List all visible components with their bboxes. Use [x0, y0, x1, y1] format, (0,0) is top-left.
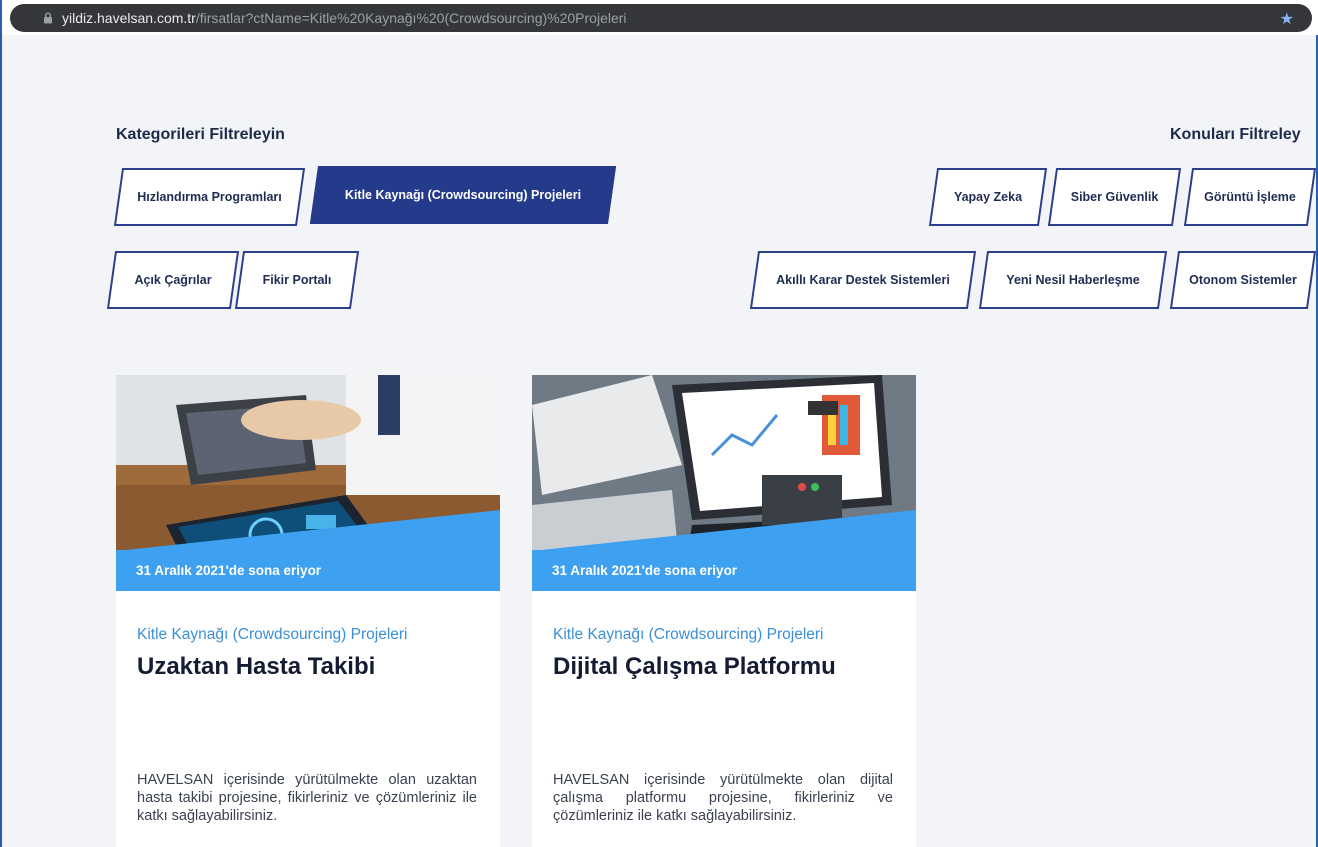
card-description: HAVELSAN içerisinde yürütülmekte olan uz… — [137, 772, 477, 824]
opportunity-card[interactable]: 31 Aralık 2021'de sona eriyor Kitle Kayn… — [116, 375, 500, 847]
chip-label: Hızlandırma Programları — [137, 190, 282, 204]
chip-siber-guvenlik[interactable]: Siber Güvenlik — [1052, 168, 1177, 226]
browser-chrome: yildiz.havelsan.com.tr/firsatlar?ctName=… — [2, 0, 1318, 35]
topics-filter-title: Konuları Filtreley — [1170, 126, 1301, 143]
card-description: HAVELSAN içerisinde yürütülmekte olan di… — [553, 772, 893, 824]
chip-yapay-zeka[interactable]: Yapay Zeka — [933, 168, 1043, 226]
opportunity-card[interactable]: 31 Aralık 2021'de sona eriyor Kitle Kayn… — [532, 375, 916, 847]
card-title[interactable]: Uzaktan Hasta Takibi — [137, 653, 375, 681]
chip-label: Kitle Kaynağı (Crowdsourcing) Projeleri — [344, 188, 582, 202]
chip-label: Fikir Portalı — [262, 273, 332, 287]
chip-fikir-portali[interactable]: Fikir Portalı — [239, 251, 355, 309]
bookmark-star-icon[interactable]: ★ — [1280, 9, 1294, 29]
chip-hizlandirma-programlari[interactable]: Hızlandırma Programları — [118, 168, 301, 226]
chip-otonom-sistemler[interactable]: Otonom Sistemler — [1174, 251, 1312, 309]
card-category[interactable]: Kitle Kaynağı (Crowdsourcing) Projeleri — [553, 626, 824, 644]
chip-yeni-nesil-haberlesme[interactable]: Yeni Nesil Haberleşme — [983, 251, 1163, 309]
deadline-banner: 31 Aralık 2021'de sona eriyor — [532, 550, 916, 591]
chip-label: Akıllı Karar Destek Sistemleri — [776, 273, 950, 287]
deadline-banner: 31 Aralık 2021'de sona eriyor — [116, 550, 500, 591]
categories-filter-title: Kategorileri Filtreleyin — [116, 126, 285, 143]
url-text[interactable]: yildiz.havelsan.com.tr/firsatlar?ctName=… — [62, 10, 627, 26]
chip-label: Otonom Sistemler — [1189, 273, 1297, 287]
chip-akilli-karar-destek-sistemleri[interactable]: Akıllı Karar Destek Sistemleri — [754, 251, 972, 309]
card-category[interactable]: Kitle Kaynağı (Crowdsourcing) Projeleri — [137, 626, 408, 644]
lock-icon — [42, 12, 54, 24]
address-bar[interactable]: yildiz.havelsan.com.tr/firsatlar?ctName=… — [10, 4, 1312, 32]
url-host: yildiz.havelsan.com.tr — [62, 10, 196, 26]
chip-label: Açık Çağrılar — [134, 273, 212, 287]
chip-kitle-kaynagi-projeleri[interactable]: Kitle Kaynağı (Crowdsourcing) Projeleri — [314, 166, 612, 224]
card-title[interactable]: Dijital Çalışma Platformu — [553, 653, 836, 681]
chip-goruntu-isleme[interactable]: Görüntü İşleme — [1188, 168, 1312, 226]
deadline-wedge — [116, 510, 500, 551]
url-path: /firsatlar?ctName=Kitle%20Kaynağı%20(Cro… — [195, 10, 627, 26]
chip-label: Görüntü İşleme — [1204, 190, 1296, 204]
page-frame: yildiz.havelsan.com.tr/firsatlar?ctName=… — [0, 0, 1318, 847]
chip-label: Yapay Zeka — [953, 190, 1023, 204]
chip-acik-cagrilar[interactable]: Açık Çağrılar — [111, 251, 235, 309]
deadline-wedge — [532, 510, 916, 551]
chip-label: Siber Güvenlik — [1070, 190, 1159, 204]
chip-label: Yeni Nesil Haberleşme — [1006, 273, 1140, 287]
